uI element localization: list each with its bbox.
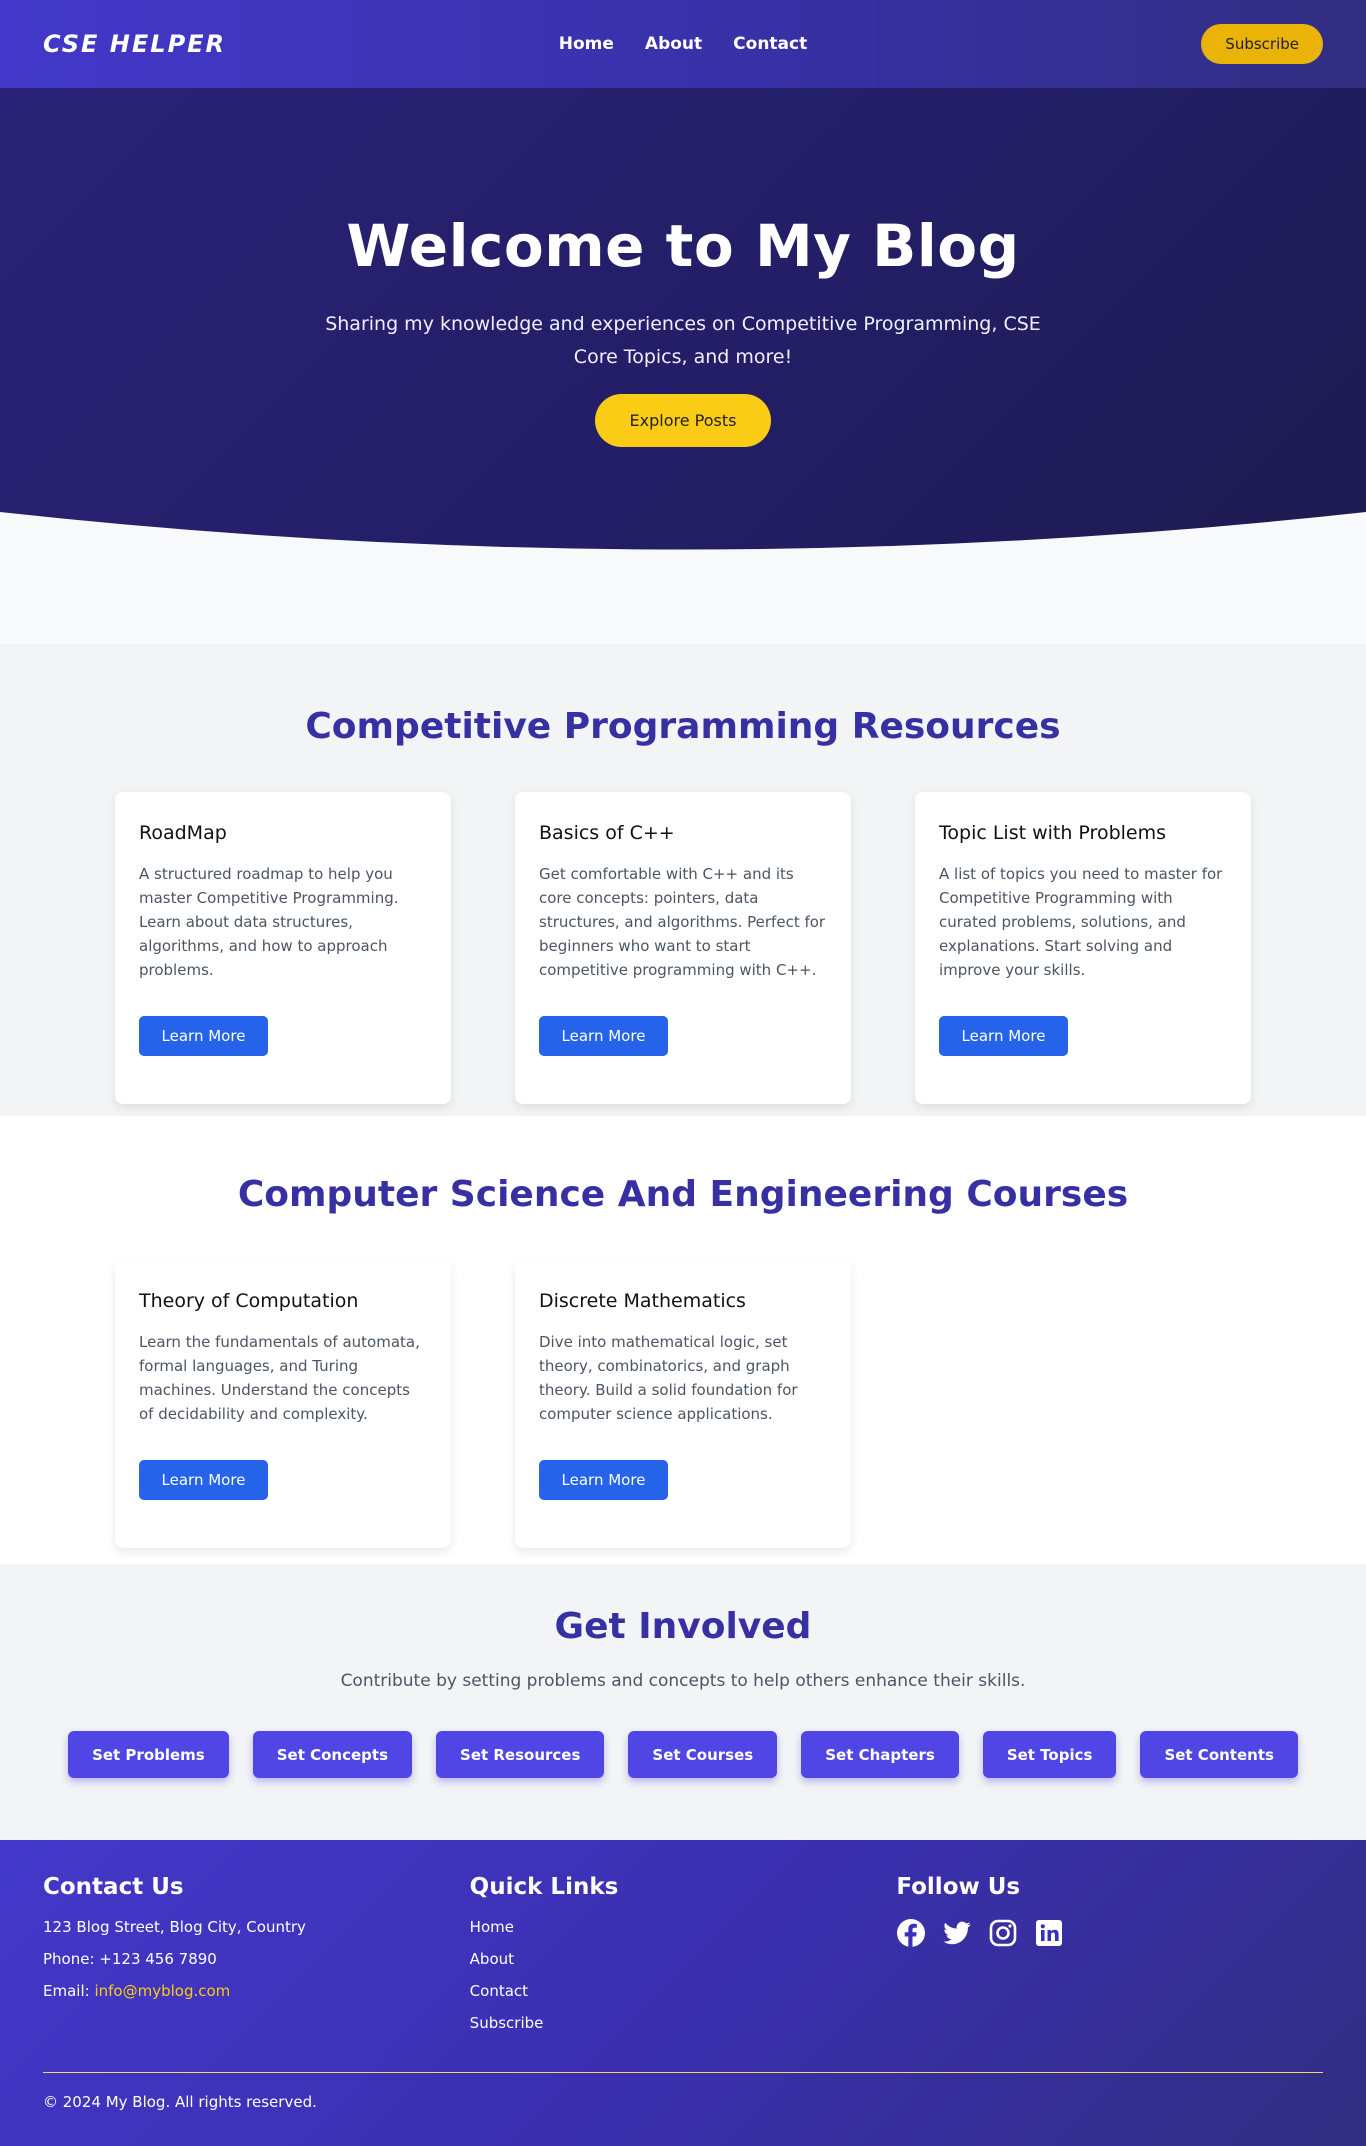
learn-more-button[interactable]: Learn More — [939, 1016, 1068, 1056]
footer-columns: Contact Us 123 Blog Street, Blog City, C… — [43, 1874, 1323, 2046]
set-concepts-button[interactable]: Set Concepts — [252, 1731, 413, 1778]
hero-section: Welcome to My Blog Sharing my knowledge … — [0, 88, 1366, 556]
footer-divider — [43, 2072, 1323, 2073]
card-text: A list of topics you need to master for … — [939, 865, 1223, 979]
footer-link-home[interactable]: Home — [470, 1918, 897, 1936]
learn-more-button[interactable]: Learn More — [139, 1460, 268, 1500]
card-text: Dive into mathematical logic, set theory… — [539, 1333, 798, 1423]
card-title: Basics of C++ — [539, 822, 675, 844]
email-label: Email: — [43, 1982, 95, 2000]
footer-heading: Quick Links — [469, 1874, 619, 1900]
section-title: Get Involved — [554, 1606, 812, 1647]
hero-title: Welcome to My Blog — [346, 212, 1020, 280]
twitter-icon[interactable] — [942, 1918, 972, 1948]
copyright-text: © 2024 My Blog. All rights reserved. — [43, 2093, 317, 2111]
footer-link-contact[interactable]: Contact — [470, 1982, 897, 2000]
footer-follow: Follow Us — [896, 1874, 1323, 2046]
card-grid: Theory of Computation Learn the fundamen… — [0, 1260, 1366, 1548]
learn-more-button[interactable]: Learn More — [139, 1016, 268, 1056]
social-icons — [896, 1918, 1323, 1948]
footer-link-subscribe[interactable]: Subscribe — [470, 2014, 897, 2032]
hero-wave-divider — [0, 512, 1366, 556]
email-link[interactable]: info@myblog.com — [94, 1982, 230, 2000]
top-navbar: CSE HELPER Home About Contact Subscribe — [0, 0, 1366, 88]
involved-text: Contribute by setting problems and conce… — [340, 1671, 1026, 1691]
footer-heading: Follow Us — [896, 1874, 1021, 1900]
subscribe-button[interactable]: Subscribe — [1201, 24, 1323, 64]
footer-contact: Contact Us 123 Blog Street, Blog City, C… — [43, 1874, 470, 2046]
footer-link-about[interactable]: About — [470, 1950, 897, 1968]
resource-card: Topic List with Problems A list of topic… — [915, 792, 1251, 1104]
set-resources-button[interactable]: Set Resources — [436, 1731, 605, 1778]
set-topics-button[interactable]: Set Topics — [982, 1731, 1117, 1778]
footer-phone: Phone: +123 456 7890 — [43, 1950, 217, 1968]
card-text: Learn the fundamentals of automata, form… — [139, 1333, 420, 1423]
nav-links: Home About Contact — [559, 34, 807, 54]
facebook-icon[interactable] — [896, 1918, 926, 1948]
nav-link-about[interactable]: About — [645, 34, 702, 54]
footer-quick-links: Quick Links Home About Contact Subscribe — [470, 1874, 897, 2046]
set-courses-button[interactable]: Set Courses — [628, 1731, 778, 1778]
involved-buttons: Set Problems Set Concepts Set Resources … — [0, 1731, 1366, 1778]
card-title: Topic List with Problems — [939, 822, 1167, 844]
hero-subtitle: Sharing my knowledge and experiences on … — [325, 313, 1041, 368]
footer-email-line: Email: info@myblog.com — [43, 1982, 470, 2000]
section-title: Competitive Programming Resources — [305, 706, 1061, 747]
learn-more-button[interactable]: Learn More — [539, 1460, 668, 1500]
footer-address: 123 Blog Street, Blog City, Country — [43, 1918, 306, 1936]
course-card: Theory of Computation Learn the fundamen… — [115, 1260, 451, 1548]
get-involved-section: Get Involved Contribute by setting probl… — [0, 1564, 1366, 1840]
course-card: Discrete Mathematics Dive into mathemati… — [515, 1260, 851, 1548]
linkedin-icon[interactable] — [1034, 1918, 1064, 1948]
resource-card: Basics of C++ Get comfortable with C++ a… — [515, 792, 851, 1104]
cp-resources-section: Competitive Programming Resources RoadMa… — [0, 644, 1366, 1116]
card-title: Discrete Mathematics — [539, 1290, 746, 1312]
brand-logo[interactable]: CSE HELPER — [43, 30, 226, 58]
resource-card: RoadMap A structured roadmap to help you… — [115, 792, 451, 1104]
instagram-icon[interactable] — [988, 1918, 1018, 1948]
card-text: A structured roadmap to help you master … — [139, 865, 399, 979]
card-title: Theory of Computation — [139, 1290, 359, 1312]
card-grid: RoadMap A structured roadmap to help you… — [0, 792, 1366, 1104]
section-title: Computer Science And Engineering Courses — [237, 1174, 1129, 1215]
card-title: RoadMap — [139, 822, 227, 844]
footer-heading: Contact Us — [43, 1874, 184, 1900]
set-problems-button[interactable]: Set Problems — [68, 1731, 229, 1778]
nav-link-contact[interactable]: Contact — [733, 34, 807, 54]
set-contents-button[interactable]: Set Contents — [1140, 1731, 1298, 1778]
nav-link-home[interactable]: Home — [559, 34, 614, 54]
cse-courses-section: Computer Science And Engineering Courses… — [0, 1116, 1366, 1564]
learn-more-button[interactable]: Learn More — [539, 1016, 668, 1056]
card-text: Get comfortable with C++ and its core co… — [539, 865, 826, 979]
set-chapters-button[interactable]: Set Chapters — [801, 1731, 959, 1778]
site-footer: Contact Us 123 Blog Street, Blog City, C… — [0, 1840, 1366, 2146]
hero-spacer — [0, 556, 1366, 644]
